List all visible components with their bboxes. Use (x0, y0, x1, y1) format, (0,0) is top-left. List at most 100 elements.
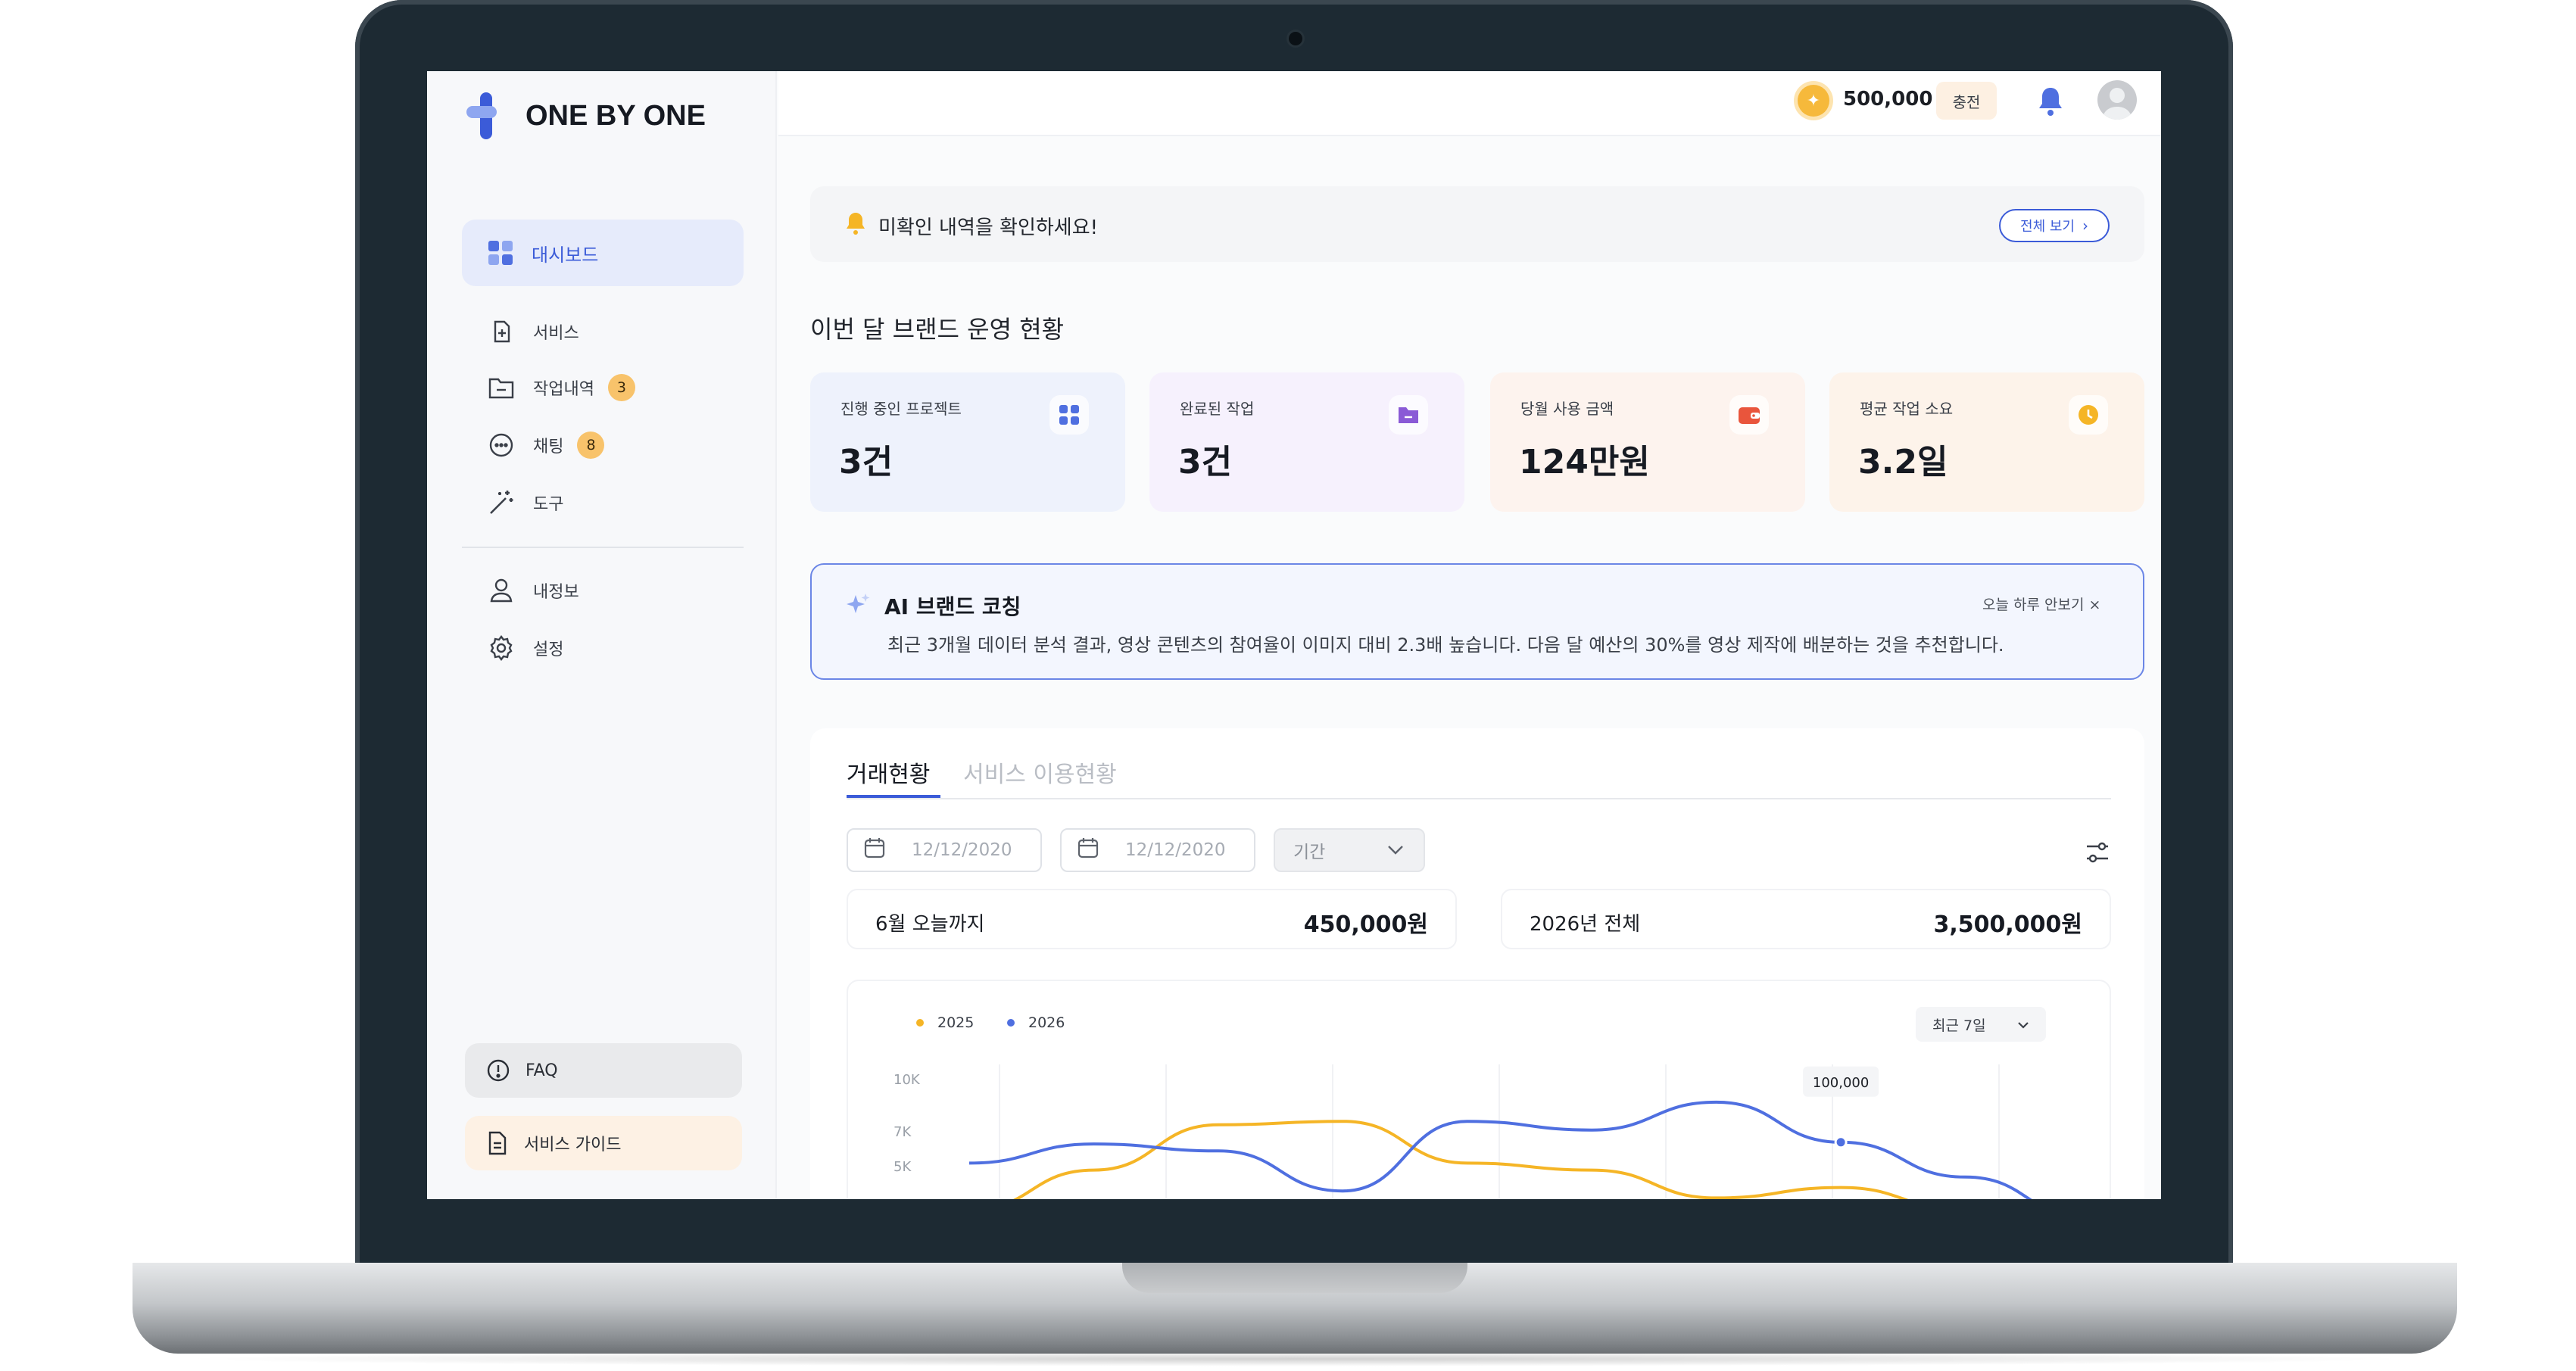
view-all-label: 전체 보기 (2020, 219, 2075, 235)
sidebar-item-label: 서비스 (533, 324, 579, 343)
dismiss-today-button[interactable]: 오늘 하루 안보기 × (1982, 594, 2100, 614)
sidebar-item-tools[interactable]: 도구 (488, 489, 563, 516)
coach-title: AI 브랜드 코칭 (884, 594, 1021, 619)
service-guide-label: 서비스 가이드 (524, 1136, 622, 1154)
faq-label: FAQ (525, 1061, 558, 1080)
series-line-2025 (1012, 1120, 1909, 1199)
stat-value: 3건 (839, 443, 893, 481)
dashboard-grid-icon (488, 240, 513, 266)
summary-value: 3,500,000원 (1933, 911, 2082, 938)
wallet-icon (1729, 395, 1769, 435)
sidebar-item-service[interactable]: 서비스 (488, 318, 579, 345)
stat-card-duration: 평균 작업 소요 3.2일 (1829, 372, 2144, 512)
folder-check-icon (1389, 395, 1428, 435)
y-tick-label: 10K (893, 1072, 921, 1088)
tab-transactions[interactable]: 거래현황 (847, 756, 930, 789)
history-count-badge: 3 (607, 374, 635, 401)
period-select[interactable]: 기간 (1274, 828, 1425, 872)
tooltip-value: 100,000 (1813, 1075, 1869, 1091)
sidebar-item-dashboard[interactable]: 대시보드 (462, 220, 744, 286)
folder-icon (488, 374, 515, 401)
sidebar-item-profile[interactable]: 내정보 (488, 577, 579, 604)
user-avatar[interactable] (2097, 80, 2137, 120)
logo-text: ONE BY ONE (525, 99, 706, 132)
y-tick-label: 5K (893, 1159, 912, 1175)
summary-value: 450,000원 (1303, 911, 1428, 938)
summary-month: 6월 오늘까지 450,000원 (847, 889, 1457, 949)
logo[interactable]: ONE BY ONE (465, 91, 706, 141)
sidebar-item-label: 도구 (533, 495, 564, 514)
tab-divider (847, 798, 2111, 799)
chat-count-badge: 8 (577, 432, 605, 459)
camera-icon (1289, 32, 1302, 45)
stat-label: 진행 중인 프로젝트 (840, 400, 962, 418)
series-line-2026 (968, 1100, 2032, 1199)
sidebar-item-chat[interactable]: 채팅 8 (488, 432, 605, 459)
transactions-panel: 거래현황 서비스 이용현황 12/12/2020 12/12/2020 기간 6… (810, 728, 2144, 1199)
stat-value: 3건 (1178, 443, 1233, 481)
calendar-icon (863, 837, 886, 864)
stat-value: 3.2일 (1858, 443, 1948, 481)
service-add-icon (488, 318, 515, 345)
sidebar-item-label: 작업내역 (533, 380, 594, 399)
date-to-value: 12/12/2020 (1125, 840, 1226, 860)
sidebar-item-label: 내정보 (533, 583, 579, 602)
gear-icon (488, 634, 515, 662)
chevron-down-icon (1387, 840, 1404, 860)
sidebar-divider (462, 547, 744, 548)
highlight-point[interactable] (1834, 1136, 1848, 1149)
date-from-value: 12/12/2020 (912, 840, 1012, 860)
stat-value: 124만원 (1519, 443, 1650, 481)
faq-button[interactable]: FAQ (465, 1043, 742, 1098)
date-from-input[interactable]: 12/12/2020 (847, 828, 1042, 872)
stat-label: 평균 작업 소요 (1860, 400, 1954, 418)
summary-label: 2026년 전체 (1530, 913, 1641, 936)
laptop-shadow (174, 1351, 2415, 1366)
sidebar-item-label: 대시보드 (532, 244, 599, 266)
stat-label: 완료된 작업 (1180, 400, 1255, 418)
coach-message: 최근 3개월 데이터 분석 결과, 영상 콘텐츠의 참여율이 이미지 대비 2.… (887, 634, 2004, 656)
sidebar-item-history[interactable]: 작업내역 3 (488, 374, 635, 401)
bell-icon (844, 210, 868, 239)
sidebar-item-label: 채팅 (533, 438, 564, 456)
filter-sliders-icon[interactable] (2082, 837, 2113, 868)
laptop-notch (1122, 1263, 1467, 1293)
period-value: 기간 (1293, 843, 1326, 862)
stat-label: 당월 사용 금액 (1520, 400, 1614, 418)
alert-text: 미확인 내역을 확인하세요! (878, 217, 1099, 239)
notification-bell-icon[interactable] (2035, 85, 2066, 118)
magic-wand-icon (488, 489, 515, 516)
stat-card-spend: 당월 사용 금액 124만원 (1490, 372, 1805, 512)
summary-year: 2026년 전체 3,500,000원 (1501, 889, 2111, 949)
charge-button[interactable]: 충전 (1936, 82, 1997, 120)
chevron-right-icon: › (2082, 217, 2088, 235)
coin-balance: 500,000 (1843, 88, 1933, 111)
sidebar-item-settings[interactable]: 설정 (488, 634, 563, 662)
app-screen: ONE BY ONE 대시보드 서비스 작업내역 3 채팅 8 도구 내정보 설… (427, 71, 2161, 1199)
view-all-button[interactable]: 전체 보기 › (1999, 209, 2110, 242)
chat-bubble-icon (488, 432, 515, 459)
tab-service-usage[interactable]: 서비스 이용현황 (963, 756, 1117, 789)
clock-icon (2069, 395, 2108, 435)
logo-icon (465, 91, 507, 141)
y-tick-label: 7K (893, 1124, 912, 1140)
service-guide-button[interactable]: 서비스 가이드 (465, 1116, 742, 1170)
date-to-input[interactable]: 12/12/2020 (1060, 828, 1255, 872)
document-icon (486, 1131, 509, 1155)
stat-card-completed: 완료된 작업 3건 (1149, 372, 1464, 512)
unread-alert-banner: 미확인 내역을 확인하세요! 전체 보기 › (810, 186, 2144, 262)
summary-label: 6월 오늘까지 (875, 913, 985, 936)
chart-container: 2025 2026 최근 7일 10K 7K 5K 100,000 (847, 980, 2111, 1199)
coin-icon: ✦ (1798, 85, 1829, 117)
sparkle-icon (845, 592, 871, 621)
grid-icon (1049, 395, 1089, 435)
stat-card-projects: 진행 중인 프로젝트 3건 (810, 372, 1125, 512)
transactions-line-chart: 10K 7K 5K 100,000 (893, 1064, 2032, 1199)
sidebar: ONE BY ONE 대시보드 서비스 작업내역 3 채팅 8 도구 내정보 설… (427, 71, 777, 1199)
user-icon (488, 577, 515, 604)
sidebar-item-label: 설정 (533, 640, 564, 659)
section-title: 이번 달 브랜드 운영 현황 (810, 315, 1065, 344)
calendar-icon (1077, 837, 1099, 864)
tab-active-indicator (847, 795, 940, 798)
info-circle-icon (486, 1058, 510, 1083)
